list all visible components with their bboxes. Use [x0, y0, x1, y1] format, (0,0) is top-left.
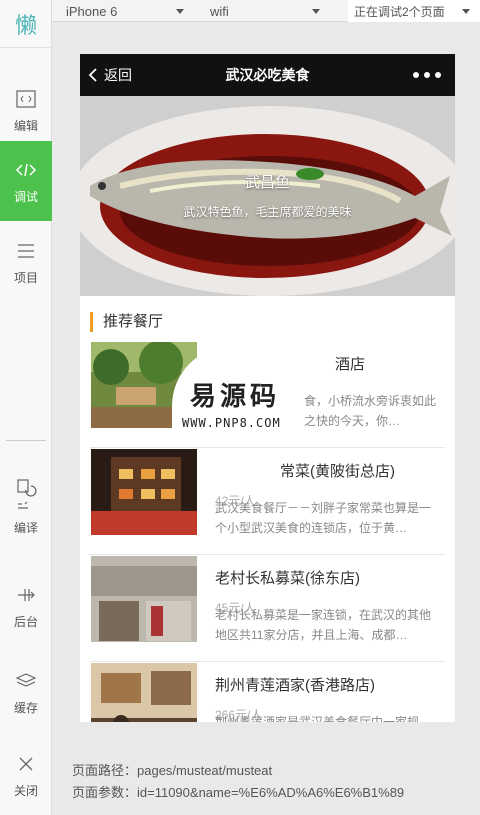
sidebar-item-debug[interactable]: 调试 — [0, 141, 52, 221]
sidebar-item-label: 关闭 — [13, 783, 38, 798]
app-logo: 懒 — [0, 0, 52, 48]
sidebar-item-backend[interactable]: 后台 — [0, 566, 52, 646]
chevron-down-icon — [462, 8, 470, 14]
sidebar-item-project[interactable]: 项目 — [0, 222, 52, 302]
restaurant-desc: 武汉美食餐厅－－刘胖子家常菜也算是一个小型武汉美食的连锁店，位于黄… — [215, 501, 432, 535]
close-icon — [18, 752, 34, 776]
sidebar-item-label: 调试 — [13, 189, 38, 204]
list-item[interactable]: 老村长私募菜(徐东店) 45元/人 老村长私募菜是一家连锁，在武汉的其他地区共1… — [80, 555, 455, 662]
sidebar-item-cache[interactable]: 缓存 — [0, 652, 52, 732]
list-item[interactable]: 常菜(黄陂街总店) 42元/人 武汉美食餐厅－－刘胖子家常菜也算是一个小型武汉美… — [80, 448, 455, 555]
restaurant-thumbnail — [91, 663, 197, 722]
list-item[interactable]: 荆州青莲酒家(香港路店) 266元/人 荆州青莲酒家是武汉美食餐厅中一家规… — [80, 662, 455, 722]
restaurant-desc: 荆州青莲酒家是武汉美食餐厅中一家规… — [215, 715, 432, 722]
page-info: 页面路径：pages/musteat/musteat 页面参数：id=11090… — [72, 760, 404, 804]
restaurant-desc: 食，小桥流水旁诉衷如此之快的今天，你… — [304, 394, 437, 428]
sidebar-divider — [6, 440, 46, 441]
watermark-url: WWW.PNP8.COM — [182, 416, 281, 430]
page-path: 页面路径：pages/musteat/musteat — [72, 763, 273, 778]
sidebar: 懒 编辑 调试 项目 编译 后台 缓存 关闭 — [0, 0, 52, 815]
watermark-text: 易源码 — [189, 382, 280, 412]
restaurant-thumbnail — [91, 556, 197, 642]
restaurant-name: 老村长私募菜(徐东店) — [215, 570, 360, 587]
code-file-icon — [16, 87, 36, 111]
restaurant-name: 酒店 — [335, 356, 366, 373]
restaurant-desc: 老村长私募菜是一家连锁，在武汉的其他地区共11家分店，并且上海、成都… — [215, 608, 432, 642]
sidebar-item-label: 编辑 — [13, 118, 38, 133]
sidebar-item-label: 编译 — [13, 520, 38, 535]
sidebar-item-compile[interactable]: 编译 — [0, 466, 52, 546]
restaurant-name: 常菜(黄陂街总店) — [280, 463, 395, 480]
menu-icon — [17, 239, 35, 263]
code-icon — [15, 158, 37, 182]
backend-icon — [16, 583, 36, 607]
layers-icon — [15, 669, 37, 693]
sidebar-item-label: 后台 — [13, 614, 38, 629]
sidebar-item-edit[interactable]: 编辑 — [0, 70, 52, 150]
compile-icon — [15, 477, 37, 513]
page-params: 页面参数：id=11090&name=%E6%AD%A6%E6%B1%89 — [72, 785, 405, 800]
sidebar-item-close[interactable]: 关闭 — [0, 735, 52, 815]
restaurant-name: 荆州青莲酒家(香港路店) — [215, 677, 375, 694]
restaurant-thumbnail — [91, 449, 197, 535]
sidebar-item-label: 项目 — [13, 270, 38, 285]
sidebar-item-label: 缓存 — [13, 700, 38, 715]
